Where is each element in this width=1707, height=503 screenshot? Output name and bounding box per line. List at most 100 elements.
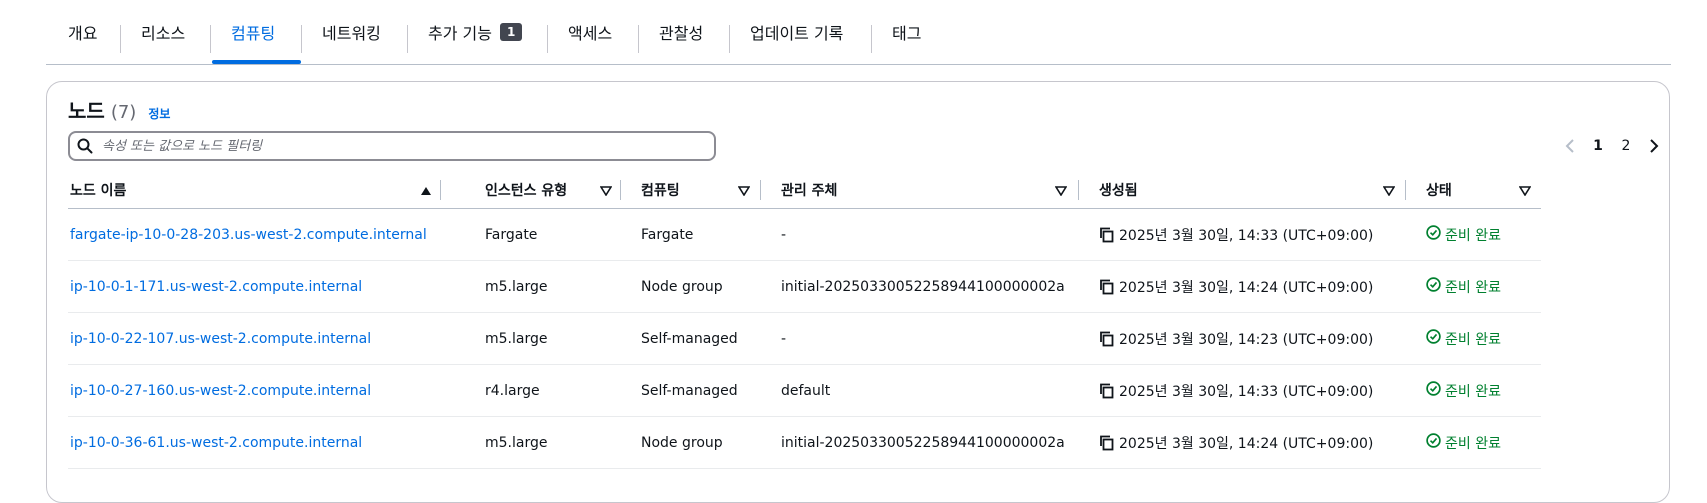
tab-divider	[871, 25, 872, 53]
pagination: 1 2	[1556, 134, 1668, 158]
addons-count-badge: 1	[499, 23, 523, 41]
copy-icon[interactable]	[1099, 279, 1115, 295]
tab-compute[interactable]: 컴퓨팅	[231, 0, 275, 64]
node-count: (7)	[110, 102, 137, 123]
tab-observability[interactable]: 관찰성	[659, 0, 703, 64]
compute-cell: Node group	[621, 416, 761, 469]
compute-cell: Self-managed	[621, 364, 761, 417]
instance-type-cell: r4.large	[465, 364, 621, 417]
next-page-icon[interactable]	[1640, 139, 1668, 153]
status-label: 준비 완료	[1445, 331, 1501, 348]
status-cell: 준비 완료	[1406, 260, 1541, 313]
col-status[interactable]: 상태	[1406, 172, 1541, 209]
sort-icon	[737, 184, 751, 200]
managed-by-cell: initial-20250330052258944100000002a	[761, 260, 1079, 313]
created-timestamp: 2025년 3월 30일, 14:33 (UTC+09:00)	[1119, 227, 1374, 244]
created-cell: 2025년 3월 30일, 14:24 (UTC+09:00)	[1079, 260, 1406, 313]
tab-divider	[407, 25, 408, 53]
status-cell: 준비 완료	[1406, 312, 1541, 365]
tab-update-history[interactable]: 업데이트 기록	[750, 0, 843, 64]
success-check-icon	[1426, 433, 1441, 452]
managed-by-cell: -	[761, 312, 1079, 365]
node-name-link[interactable]: ip-10-0-1-171.us-west-2.compute.internal	[68, 260, 465, 313]
success-check-icon	[1426, 381, 1441, 400]
tab-addons[interactable]: 추가 기능 1	[428, 0, 523, 64]
col-created[interactable]: 생성됨	[1079, 172, 1406, 209]
node-name-link[interactable]: fargate-ip-10-0-28-203.us-west-2.compute…	[68, 208, 465, 261]
tab-divider	[729, 25, 730, 53]
search-input[interactable]	[100, 137, 684, 155]
node-name-link[interactable]: ip-10-0-22-107.us-west-2.compute.interna…	[68, 312, 465, 365]
tab-divider	[638, 25, 639, 53]
status-label: 준비 완료	[1445, 383, 1501, 400]
compute-cell: Self-managed	[621, 312, 761, 365]
managed-by-cell: -	[761, 208, 1079, 261]
tab-divider	[120, 25, 121, 53]
instance-type-cell: m5.large	[465, 312, 621, 365]
created-cell: 2025년 3월 30일, 14:23 (UTC+09:00)	[1079, 312, 1406, 365]
copy-icon[interactable]	[1099, 331, 1115, 347]
copy-icon[interactable]	[1099, 383, 1115, 399]
tab-bar: 개요 리소스 컴퓨팅 네트워킹 추가 기능 1 액세스 관찰성 업데이트 기록 태…	[0, 0, 1707, 65]
sort-icon	[599, 184, 613, 200]
created-timestamp: 2025년 3월 30일, 14:24 (UTC+09:00)	[1119, 435, 1374, 452]
tab-bar-divider	[46, 64, 1671, 65]
node-filter[interactable]	[68, 131, 716, 161]
compute-cell: Fargate	[621, 208, 761, 261]
sort-ascending-icon	[420, 184, 432, 200]
prev-page-icon[interactable]	[1556, 139, 1584, 153]
table-row: ip-10-0-1-171.us-west-2.compute.internal…	[68, 260, 1541, 313]
created-timestamp: 2025년 3월 30일, 14:23 (UTC+09:00)	[1119, 331, 1374, 348]
tab-divider	[210, 25, 211, 53]
instance-type-cell: m5.large	[465, 260, 621, 313]
success-check-icon	[1426, 329, 1441, 348]
created-timestamp: 2025년 3월 30일, 14:24 (UTC+09:00)	[1119, 279, 1374, 296]
node-name-link[interactable]: ip-10-0-27-160.us-west-2.compute.interna…	[68, 364, 465, 417]
col-managed-by[interactable]: 관리 주체	[761, 172, 1079, 209]
status-label: 준비 완료	[1445, 279, 1501, 296]
col-compute[interactable]: 컴퓨팅	[621, 172, 761, 209]
tab-networking[interactable]: 네트워킹	[322, 0, 381, 64]
column-resize-handle[interactable]	[440, 180, 441, 200]
status-cell: 준비 완료	[1406, 364, 1541, 417]
col-node-name[interactable]: 노드 이름	[68, 172, 465, 209]
created-timestamp: 2025년 3월 30일, 14:33 (UTC+09:00)	[1119, 383, 1374, 400]
table-row: ip-10-0-36-61.us-west-2.compute.internal…	[68, 416, 1541, 469]
created-cell: 2025년 3월 30일, 14:33 (UTC+09:00)	[1079, 364, 1406, 417]
table-row: ip-10-0-22-107.us-west-2.compute.interna…	[68, 312, 1541, 365]
tab-resources[interactable]: 리소스	[141, 0, 185, 64]
nodes-table: 노드 이름 인스턴스 유형 컴퓨팅 관리 주체 생성됨 상태 fargate-i…	[68, 172, 1541, 469]
managed-by-cell: initial-20250330052258944100000002a	[761, 416, 1079, 469]
instance-type-cell: m5.large	[465, 416, 621, 469]
sort-icon	[1054, 184, 1068, 200]
tab-overview[interactable]: 개요	[68, 0, 97, 64]
table-row: fargate-ip-10-0-28-203.us-west-2.compute…	[68, 208, 1541, 261]
page-1-button[interactable]: 1	[1584, 138, 1612, 154]
tab-access[interactable]: 액세스	[568, 0, 612, 64]
instance-type-cell: Fargate	[465, 208, 621, 261]
page-2-button[interactable]: 2	[1612, 138, 1640, 154]
table-header-row: 노드 이름 인스턴스 유형 컴퓨팅 관리 주체 생성됨 상태	[68, 172, 1541, 209]
node-name-link[interactable]: ip-10-0-36-61.us-west-2.compute.internal	[68, 416, 465, 469]
tab-divider	[301, 25, 302, 53]
col-instance-type[interactable]: 인스턴스 유형	[465, 172, 621, 209]
copy-icon[interactable]	[1099, 435, 1115, 451]
status-cell: 준비 완료	[1406, 416, 1541, 469]
status-label: 준비 완료	[1445, 227, 1501, 244]
tab-tags[interactable]: 태그	[892, 0, 921, 64]
tab-divider	[547, 25, 548, 53]
table-row: ip-10-0-27-160.us-west-2.compute.interna…	[68, 364, 1541, 417]
info-link[interactable]: 정보	[148, 105, 170, 122]
status-label: 준비 완료	[1445, 435, 1501, 452]
created-cell: 2025년 3월 30일, 14:24 (UTC+09:00)	[1079, 416, 1406, 469]
sort-icon	[1518, 184, 1532, 200]
status-cell: 준비 완료	[1406, 208, 1541, 261]
search-icon	[70, 138, 100, 154]
success-check-icon	[1426, 225, 1441, 244]
managed-by-cell: default	[761, 364, 1079, 417]
nodes-panel-header: 노드 (7) 정보	[68, 95, 170, 124]
copy-icon[interactable]	[1099, 227, 1115, 243]
panel-title: 노드	[68, 99, 105, 123]
compute-cell: Node group	[621, 260, 761, 313]
success-check-icon	[1426, 277, 1441, 296]
